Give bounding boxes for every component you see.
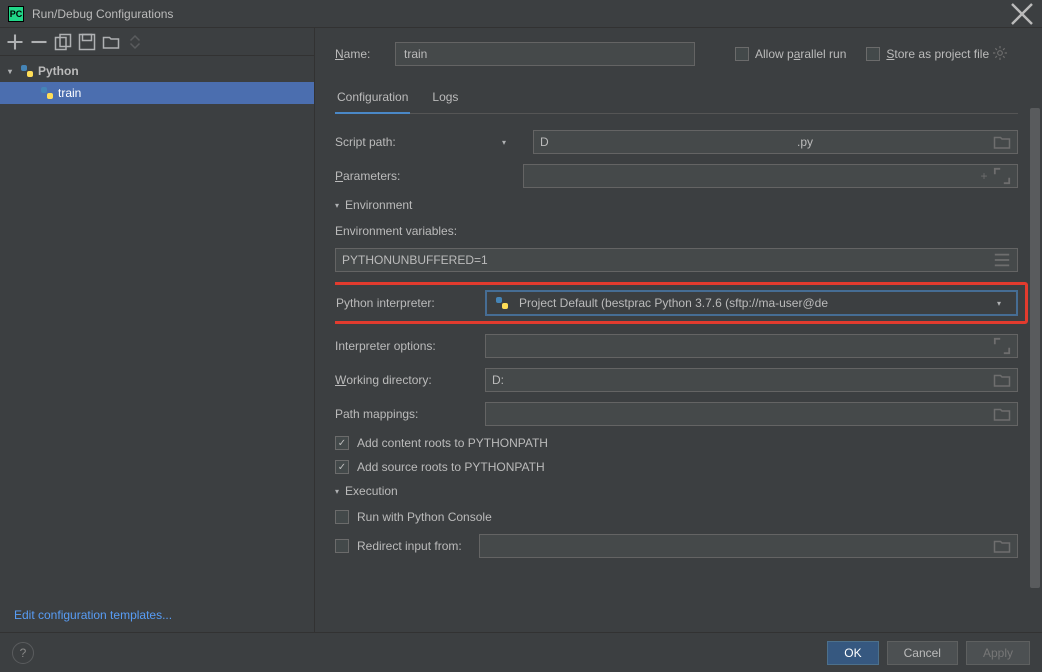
titlebar: PC Run/Debug Configurations <box>0 0 1042 28</box>
interpreter-options-input[interactable] <box>485 334 1018 358</box>
window-title: Run/Debug Configurations <box>32 7 1010 21</box>
run-console-checkbox[interactable]: Run with Python Console <box>335 510 1018 524</box>
remove-icon[interactable] <box>30 33 48 51</box>
interpreter-label: Python interpreter: <box>336 296 486 310</box>
env-vars-label: Environment variables: <box>335 224 457 238</box>
dialog-footer: ? OK Cancel Apply <box>0 632 1042 672</box>
apply-button[interactable]: Apply <box>966 641 1030 665</box>
add-content-roots-checkbox[interactable]: Add content roots to PYTHONPATH <box>335 436 1018 450</box>
tree-item-label: train <box>58 86 81 100</box>
script-path-prefix: D <box>540 135 549 149</box>
move-up-down-icon <box>126 33 144 51</box>
checkbox-icon <box>735 47 749 61</box>
python-icon <box>40 86 54 100</box>
path-mappings-label: Path mappings: <box>335 407 485 421</box>
redirect-input-label: Redirect input from: <box>357 539 479 553</box>
save-icon[interactable] <box>78 33 96 51</box>
help-button[interactable]: ? <box>12 642 34 664</box>
list-icon[interactable] <box>993 251 1011 269</box>
env-vars-input[interactable]: PYTHONUNBUFFERED=1 <box>335 248 1018 272</box>
add-content-roots-label: Add content roots to PYTHONPATH <box>357 436 548 450</box>
parameters-label: Parameters: <box>335 169 495 183</box>
chevron-down-icon: ▾ <box>335 487 339 496</box>
cancel-button[interactable]: Cancel <box>887 641 958 665</box>
env-vars-value: PYTHONUNBUFFERED=1 <box>342 253 488 267</box>
parameters-input[interactable]: + <box>523 164 1018 188</box>
plus-icon[interactable]: + <box>975 169 993 183</box>
folder-browse-icon[interactable] <box>993 537 1011 555</box>
working-dir-input[interactable]: D: <box>485 368 1018 392</box>
copy-icon[interactable] <box>54 33 72 51</box>
script-path-input[interactable]: D .py <box>533 130 1018 154</box>
interpreter-value: Project Default (bestprac Python 3.7.6 (… <box>519 296 828 310</box>
pycharm-icon: PC <box>8 6 24 22</box>
folder-icon[interactable] <box>102 33 120 51</box>
folder-browse-icon[interactable] <box>993 133 1011 151</box>
tree-root-label: Python <box>38 64 79 78</box>
ok-button[interactable]: OK <box>827 641 878 665</box>
checkbox-icon <box>335 436 349 450</box>
left-panel: ▾ Python train Edit configuration templa… <box>0 28 315 632</box>
chevron-down-icon: ▾ <box>8 67 20 76</box>
tab-logs[interactable]: Logs <box>430 84 460 114</box>
checkbox-icon <box>866 47 880 61</box>
execution-section-header[interactable]: ▾ Execution <box>335 484 1018 498</box>
name-input[interactable] <box>395 42 695 66</box>
checkbox-icon[interactable] <box>335 539 349 553</box>
working-dir-value: D: <box>492 373 504 387</box>
python-icon <box>495 296 509 310</box>
store-project-label: Store as project file <box>886 47 989 61</box>
add-source-roots-checkbox[interactable]: Add source roots to PYTHONPATH <box>335 460 1018 474</box>
interpreter-select[interactable]: Project Default (bestprac Python 3.7.6 (… <box>486 291 1017 315</box>
close-button[interactable] <box>1010 2 1034 26</box>
checkbox-icon <box>335 510 349 524</box>
run-console-label: Run with Python Console <box>357 510 492 524</box>
chevron-down-icon: ▾ <box>990 299 1008 308</box>
allow-parallel-checkbox[interactable]: Allow parallel run <box>735 47 846 61</box>
expand-icon[interactable] <box>993 337 1011 355</box>
add-source-roots-label: Add source roots to PYTHONPATH <box>357 460 545 474</box>
chevron-down-icon: ▾ <box>335 201 339 210</box>
right-panel: Name: Allow parallel run Store as projec… <box>315 28 1042 632</box>
add-icon[interactable] <box>6 33 24 51</box>
name-label: Name: <box>335 47 395 61</box>
script-path-suffix: .py <box>797 135 813 149</box>
environment-section-header[interactable]: ▾ Environment <box>335 198 1018 212</box>
gear-icon[interactable] <box>993 46 1007 63</box>
expand-icon[interactable] <box>993 167 1011 185</box>
tree-item-train[interactable]: train <box>0 82 314 104</box>
interpreter-options-label: Interpreter options: <box>335 339 485 353</box>
path-mappings-input[interactable] <box>485 402 1018 426</box>
working-dir-label: Working directory: <box>335 373 485 387</box>
allow-parallel-label: Allow parallel run <box>755 47 846 61</box>
tabs: Configuration Logs <box>335 84 1018 114</box>
redirect-input-field[interactable] <box>479 534 1018 558</box>
script-path-label: Script path: <box>335 135 495 149</box>
script-path-dropdown[interactable]: ▾ <box>495 138 513 147</box>
scrollbar[interactable] <box>1030 108 1040 632</box>
checkbox-icon <box>335 460 349 474</box>
tree-root-python[interactable]: ▾ Python <box>0 60 314 82</box>
config-toolbar <box>0 28 314 56</box>
tab-configuration[interactable]: Configuration <box>335 84 410 114</box>
folder-browse-icon[interactable] <box>993 371 1011 389</box>
config-tree: ▾ Python train <box>0 56 314 598</box>
environment-label: Environment <box>345 198 412 212</box>
store-project-checkbox[interactable]: Store as project file <box>866 47 989 61</box>
folder-browse-icon[interactable] <box>993 405 1011 423</box>
edit-templates-link[interactable]: Edit configuration templates... <box>0 598 314 632</box>
execution-label: Execution <box>345 484 398 498</box>
interpreter-highlight: Python interpreter: Project Default (bes… <box>335 282 1028 324</box>
python-icon <box>20 64 34 78</box>
